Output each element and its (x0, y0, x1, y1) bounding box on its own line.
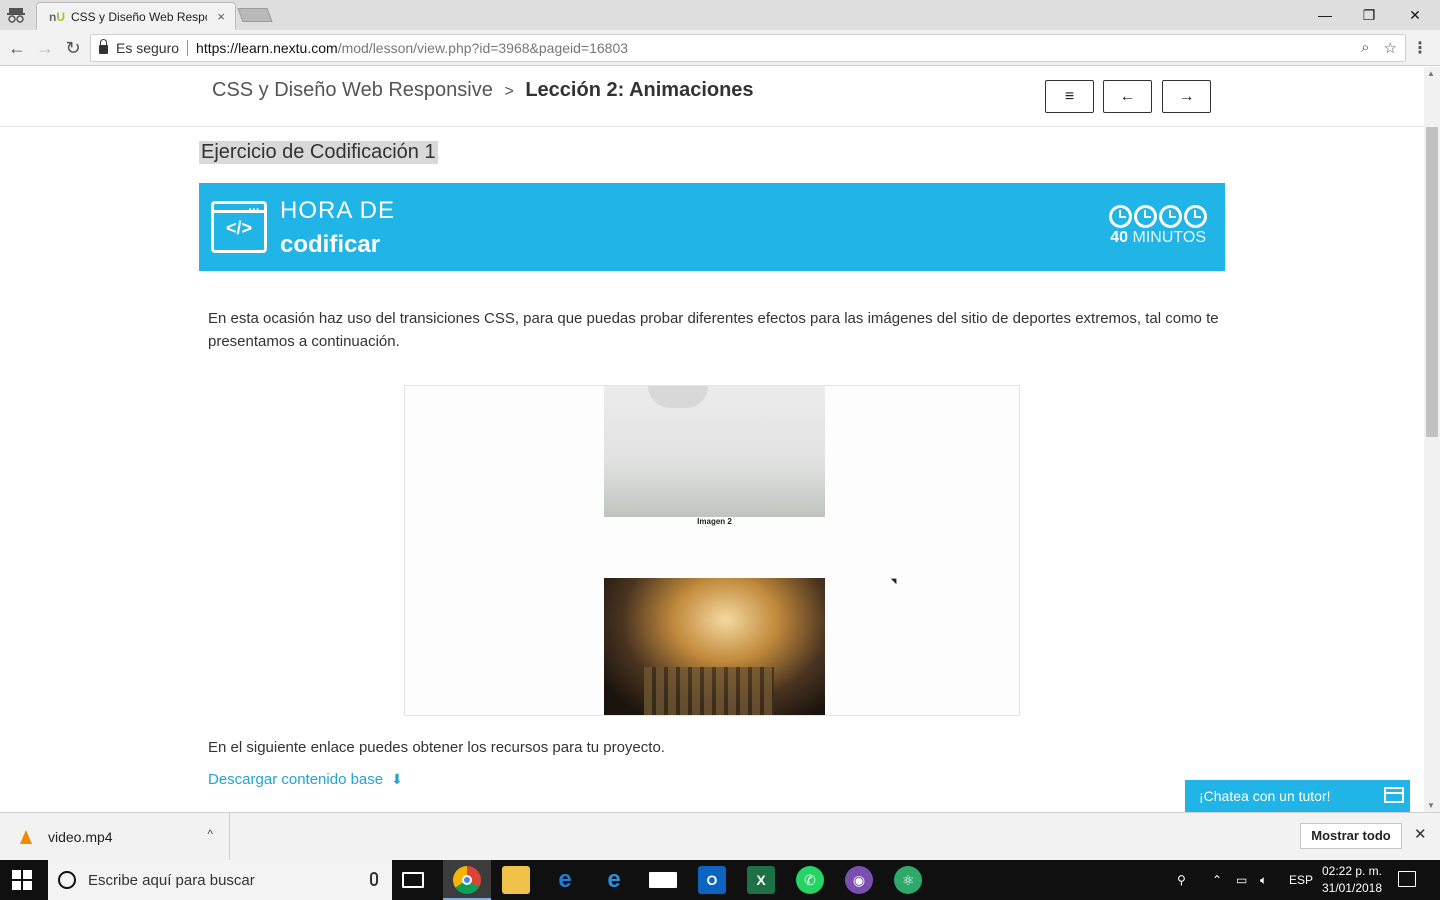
lesson-header: CSS y Diseño Web Responsive > Lección 2:… (0, 67, 1424, 127)
address-bar[interactable]: Es seguro https://learn.nextu.com /mod/l… (90, 34, 1406, 62)
breadcrumb-lesson: Lección 2: Animaciones (525, 79, 754, 101)
github-icon[interactable]: ◉ (845, 866, 873, 894)
taskbar-search[interactable]: Escribe aquí para buscar (48, 860, 392, 900)
download-link[interactable]: Descargar contenido base ⬇ (208, 771, 403, 788)
page-content: CSS y Diseño Web Responsive > Lección 2:… (0, 67, 1424, 812)
download-item[interactable]: video.mp4 ^ (0, 813, 230, 860)
browser-toolbar: ← → ↻ Es seguro https://learn.nextu.com … (0, 30, 1440, 66)
tab-title: CSS y Diseño Web Respo (71, 9, 208, 24)
atom-icon[interactable]: ⚛ (894, 866, 922, 894)
scrollbar-thumb[interactable] (1426, 127, 1438, 437)
lock-icon (99, 39, 108, 54)
scroll-down-icon[interactable]: ▼ (1427, 801, 1435, 810)
edge-icon[interactable]: e (551, 866, 579, 894)
banner-title-line1: HORA DE (280, 197, 396, 224)
clock-icon (1159, 205, 1182, 228)
download-link-label[interactable]: Descargar contenido base (208, 771, 383, 788)
breadcrumb-course[interactable]: CSS y Diseño Web Responsive (212, 79, 493, 101)
secure-label: Es seguro (116, 40, 189, 56)
zoom-icon[interactable]: ⌕ (1361, 39, 1369, 57)
resources-text: En el siguiente enlace puedes obtener lo… (208, 739, 665, 756)
volume-icon[interactable]: 🔈︎ (1260, 860, 1267, 900)
chevron-up-icon[interactable]: ^ (207, 827, 213, 841)
image-caption: Imagen 2 (697, 517, 732, 526)
tray-chevron-icon[interactable]: ⌃ (1212, 860, 1222, 900)
taskbar-clock[interactable]: 02:22 p. m. 31/01/2018 (1318, 863, 1386, 897)
windows-start-icon[interactable] (12, 870, 32, 890)
download-filename: video.mp4 (48, 828, 113, 845)
reload-icon[interactable]: ↻ (62, 37, 84, 59)
divider-line (1019, 538, 1020, 678)
clock-icon (1184, 205, 1207, 228)
excel-icon[interactable]: X (747, 866, 775, 894)
download-icon[interactable]: ⬇ (391, 771, 403, 787)
windows-taskbar: Escribe aquí para buscar e e O X ✆ ◉ ⚛ ⚲… (0, 860, 1440, 900)
close-download-bar-icon[interactable]: ✕ (1414, 825, 1427, 843)
scroll-up-icon[interactable]: ▲ (1427, 69, 1435, 78)
duration-label: 40 MINUTOS (1110, 229, 1206, 246)
network-icon[interactable]: ▭ (1236, 860, 1247, 900)
breadcrumb: CSS y Diseño Web Responsive > Lección 2:… (212, 79, 754, 102)
tab-close-icon[interactable]: × (217, 9, 225, 24)
tab-strip: nU CSS y Diseño Web Respo × — ❐ ✕ (0, 0, 1440, 30)
chrome-menu-icon[interactable]: ⋮ (1412, 38, 1428, 58)
browser-tab-active[interactable]: nU CSS y Diseño Web Respo × (36, 2, 236, 30)
bookmark-star-icon[interactable]: ☆ (1384, 39, 1397, 57)
skydiving-image-3 (604, 578, 825, 715)
back-arrow-icon[interactable]: ← (6, 37, 28, 59)
mouse-cursor-icon (890, 575, 900, 585)
people-icon[interactable]: ⚲ (1177, 860, 1186, 900)
file-explorer-icon[interactable] (502, 866, 530, 894)
lesson-menu-button[interactable]: ≡ (1045, 80, 1094, 113)
prev-page-button[interactable]: ← (1103, 80, 1152, 113)
breadcrumb-separator: > (504, 83, 514, 100)
chat-label: ¡Chatea con un tutor! (1199, 788, 1331, 804)
page-title: Ejercicio de Codificación 1 (199, 141, 438, 164)
url-path: /mod/lesson/view.php?id=3968&pageid=1680… (337, 40, 629, 56)
microphone-icon[interactable] (370, 872, 378, 886)
search-placeholder: Escribe aquí para buscar (88, 871, 255, 889)
demo-video[interactable]: Imagen 2 (404, 385, 1020, 716)
close-window-button[interactable]: ✕ (1392, 0, 1438, 30)
forward-arrow-icon[interactable]: → (34, 37, 56, 59)
page-scrollbar[interactable]: ▲ ▼ (1424, 67, 1440, 812)
skydiving-image-2 (604, 386, 825, 517)
language-indicator[interactable]: ESP (1289, 860, 1313, 900)
chat-tutor-button[interactable]: ¡Chatea con un tutor! (1185, 780, 1410, 812)
clock-icons (1109, 205, 1207, 228)
notification-center-icon[interactable] (1398, 871, 1416, 887)
internet-explorer-icon[interactable]: e (600, 866, 628, 894)
next-page-button[interactable]: → (1162, 80, 1211, 113)
chat-window-icon (1384, 787, 1404, 803)
intro-text: En esta ocasión haz uso del transiciones… (208, 310, 1219, 350)
incognito-icon (7, 8, 25, 23)
banner-title-line2: codificar (280, 231, 381, 258)
code-window-icon: ••• </> (211, 201, 267, 253)
download-bar: video.mp4 ^ Mostrar todo ✕ (0, 812, 1440, 860)
new-tab-button[interactable] (237, 8, 273, 22)
nextu-favicon-icon: nU (49, 9, 66, 24)
clock-date: 31/01/2018 (1321, 881, 1383, 895)
clock-icon (1134, 205, 1157, 228)
chrome-icon[interactable] (453, 866, 481, 894)
whatsapp-icon[interactable]: ✆ (796, 866, 824, 894)
vlc-cone-icon (20, 829, 32, 844)
url-host: https://learn.nextu.com (196, 40, 338, 56)
restore-button[interactable]: ❐ (1346, 0, 1392, 30)
clock-time: 02:22 p. m. (1321, 864, 1383, 878)
minimize-button[interactable]: — (1302, 0, 1348, 30)
clock-icon (1109, 205, 1132, 228)
outlook-icon[interactable]: O (698, 866, 726, 894)
task-view-icon[interactable] (402, 872, 424, 888)
cortana-icon (58, 871, 76, 889)
show-all-button[interactable]: Mostrar todo (1300, 823, 1402, 849)
coding-time-banner: ••• </> HORA DE codificar 40 MINUTOS (199, 183, 1225, 271)
mail-icon[interactable] (649, 872, 677, 888)
